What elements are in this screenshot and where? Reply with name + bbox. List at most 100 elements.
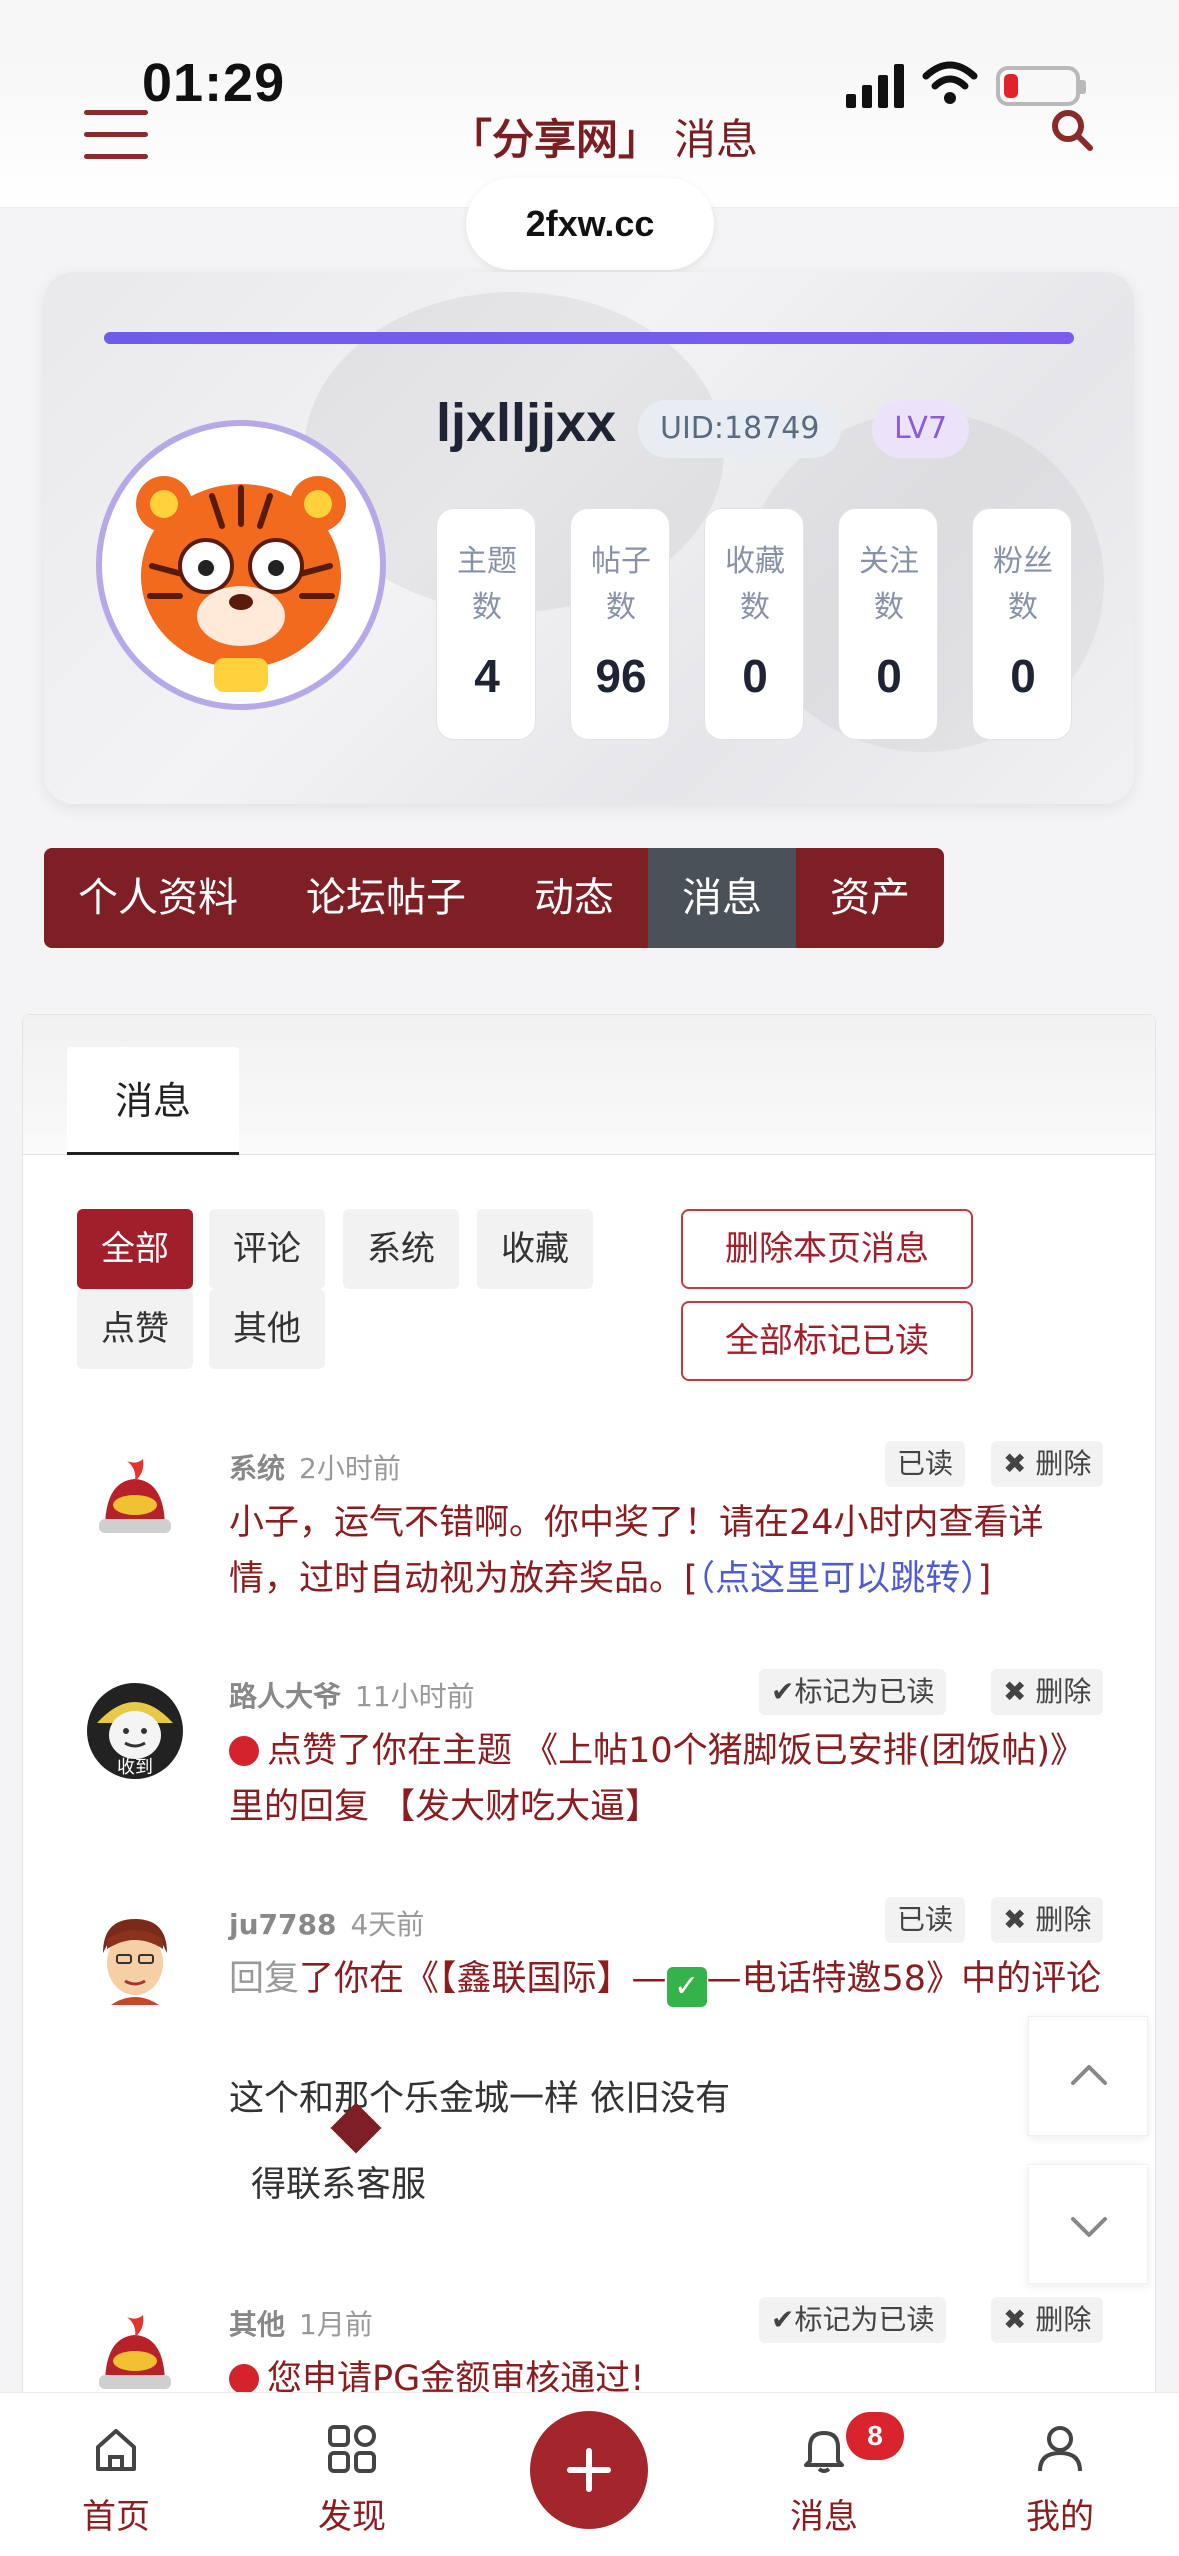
user-avatar-icon: 收到: [87, 1683, 183, 1779]
message-sender: 路人大爷: [229, 1680, 342, 1713]
nav-discover[interactable]: 发现: [292, 2423, 412, 2538]
read-status-label: 已读: [885, 1897, 966, 1943]
message-meta: 路人大爷 11小时前: [229, 1675, 475, 1715]
tab-forum-posts[interactable]: 论坛帖子: [272, 848, 500, 948]
menu-icon[interactable]: [84, 110, 148, 160]
user-avatar[interactable]: [96, 420, 386, 710]
stat-favorites[interactable]: 收藏数 0: [704, 508, 804, 740]
message-sender: ju7788: [229, 1908, 337, 1941]
tooltip-text: 得联系客服: [251, 2165, 427, 2205]
message-text[interactable]: —电话特邀58》中的评论: [707, 1959, 1102, 1999]
stat-value: 0: [1010, 650, 1036, 702]
filter-all[interactable]: 全部: [77, 1209, 193, 1289]
stat-value: 0: [742, 650, 768, 702]
stat-label: 收藏数: [725, 544, 785, 625]
mark-as-read-button[interactable]: ✔标记为已读: [759, 1669, 947, 1715]
scroll-down-button[interactable]: [1028, 2164, 1148, 2284]
message-time: 11小时前: [355, 1680, 475, 1713]
mark-all-read-button[interactable]: 全部标记已读: [681, 1301, 973, 1381]
system-avatar-icon: [99, 1459, 171, 1533]
message-text[interactable]: 了你在《【鑫联国际】—: [299, 1959, 667, 1999]
messages-count-badge: 8: [846, 2412, 904, 2460]
stat-value: 96: [595, 650, 647, 702]
home-icon: [96, 2429, 136, 2471]
message-text-tail: ]: [977, 1559, 992, 1599]
check-mark-icon: ✓: [666, 1967, 707, 2007]
search-icon[interactable]: [1050, 108, 1094, 152]
cellular-signal-icon: [846, 64, 904, 108]
filter-likes[interactable]: 点赞: [77, 1289, 193, 1369]
message-meta: 系统 2小时前: [229, 1447, 401, 1487]
message-jump-link[interactable]: （点这里可以跳转）: [698, 1559, 978, 1599]
tab-activity[interactable]: 动态: [500, 848, 648, 948]
wifi-icon: [922, 61, 978, 104]
filter-system[interactable]: 系统: [343, 1209, 459, 1289]
filter-favorites[interactable]: 收藏: [477, 1209, 593, 1289]
mark-as-read-button[interactable]: ✔标记为已读: [759, 2297, 947, 2343]
user-avatar-icon: [103, 1919, 167, 2005]
delete-page-messages-button[interactable]: 删除本页消息: [681, 1209, 973, 1289]
stat-posts[interactable]: 帖子数 96: [570, 508, 670, 740]
avatar-caption: 收到: [117, 1757, 153, 1778]
stat-value: 0: [876, 650, 902, 702]
bell-icon: [804, 2431, 844, 2473]
stat-following[interactable]: 关注数 0: [838, 508, 938, 740]
username: ljxlljjxx: [436, 393, 617, 453]
new-post-plus-button[interactable]: [530, 2411, 648, 2529]
uid-badge: UID:18749: [638, 400, 842, 458]
message-body: 点赞了你在主题 《上帖10个猪脚饭已安排(团饭帖)》里的回复 【发大财吃大逼】: [229, 1723, 1109, 1835]
nav-label: 发现: [318, 2497, 386, 2537]
stat-followers[interactable]: 粉丝数 0: [972, 508, 1072, 740]
nav-label: 我的: [1026, 2497, 1094, 2537]
message-sender: 系统: [229, 1452, 286, 1485]
messages-panel: 消息 全部 评论 系统 收藏 点赞 其他 删除本页消息 全部标记已读 系统 2小时…: [22, 1014, 1156, 2556]
stat-label: 关注数: [859, 544, 919, 625]
scroll-up-button[interactable]: [1028, 2016, 1148, 2136]
filter-other[interactable]: 其他: [209, 1289, 325, 1369]
nav-label: 首页: [82, 2497, 150, 2537]
site-title: 「分享网」: [450, 115, 661, 164]
nav-home[interactable]: 首页: [56, 2423, 176, 2538]
stat-value: 4: [474, 650, 500, 702]
panel-tab-messages[interactable]: 消息: [67, 1047, 239, 1155]
message-time: 1月前: [299, 2308, 373, 2341]
chevron-up-icon: [1071, 2065, 1107, 2085]
unread-dot-icon: [229, 2364, 259, 2394]
status-time: 01:29: [142, 53, 286, 113]
tab-assets[interactable]: 资产: [796, 848, 944, 948]
delete-message-button[interactable]: ✖ 删除: [991, 1897, 1104, 1943]
profile-tabs: 个人资料 论坛帖子 动态 消息 资产: [44, 848, 944, 948]
user-icon: [1038, 2426, 1082, 2472]
message-meta: 其他 1月前: [229, 2303, 373, 2343]
stat-topics[interactable]: 主题数 4: [436, 508, 536, 740]
message-time: 4天前: [350, 1908, 425, 1941]
panel-tabbar: 消息: [23, 1015, 1155, 1155]
delete-message-button[interactable]: ✖ 删除: [991, 1669, 1104, 1715]
level-progress-bar: [104, 332, 1074, 344]
message-body: 回复了你在《【鑫联国际】— ✓ —电话特邀58》中的评论: [229, 1951, 1109, 2007]
tab-profile[interactable]: 个人资料: [44, 848, 272, 948]
message-time: 2小时前: [299, 1452, 401, 1485]
delete-message-button[interactable]: ✖ 删除: [991, 2297, 1104, 2343]
stat-label: 主题数: [457, 544, 517, 625]
page-title: 消息: [674, 115, 759, 164]
tab-messages[interactable]: 消息: [648, 848, 796, 948]
reply-word: 回复: [229, 1959, 300, 1999]
unread-dot-icon: [229, 1736, 259, 1766]
message-text: 点赞了你在主题 《上帖10个猪脚饭已安排(团饭帖)》里的回复 【发大财吃大逼】: [229, 1731, 1085, 1827]
apps-grid-icon: [328, 2425, 376, 2473]
message-body: 小子，运气不错啊。你中奖了！请在24小时内查看详情，过时自动视为放弃奖品。[（点…: [229, 1495, 1109, 1607]
chevron-down-icon: [1071, 2217, 1107, 2237]
message-meta: ju7788 4天前: [229, 1903, 424, 1943]
stat-label: 粉丝数: [993, 544, 1053, 625]
tiger-avatar-icon: [136, 476, 346, 692]
nav-label: 消息: [790, 2497, 858, 2537]
profile-card: ljxlljjxx UID:18749 LV7 主题数 4 帖子数 96 收藏数…: [44, 272, 1134, 804]
read-status-label: 已读: [885, 1441, 966, 1487]
nav-profile[interactable]: 我的: [1000, 2423, 1120, 2538]
battery-icon: [996, 66, 1086, 106]
delete-message-button[interactable]: ✖ 删除: [991, 1441, 1104, 1487]
bottom-nav: 首页 发现 消息 我的: [0, 2392, 1179, 2556]
filter-comments[interactable]: 评论: [209, 1209, 325, 1289]
stat-label: 帖子数: [591, 544, 651, 625]
